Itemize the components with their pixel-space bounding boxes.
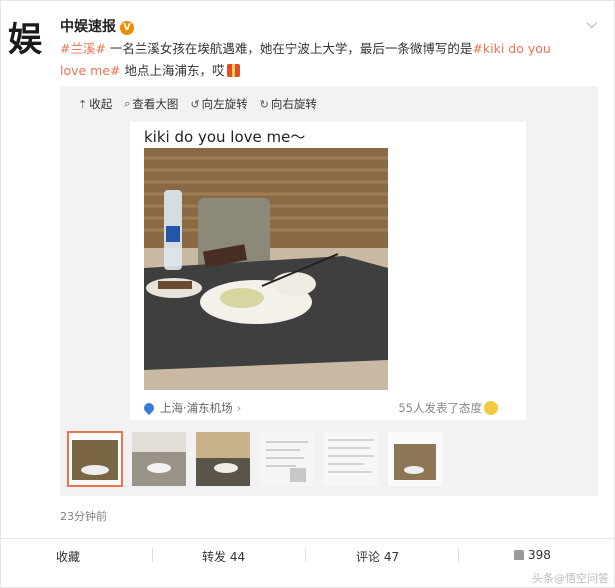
location-reactions: 55人发表了态度 (398, 400, 498, 416)
rotate-right-icon: ↻ (259, 97, 269, 111)
action-separator (152, 548, 153, 562)
author-name[interactable]: 中娱速报 V (60, 16, 134, 36)
gift-emoji-icon (226, 64, 240, 77)
rotate-right-button[interactable]: ↻ 向右旋转 (260, 94, 317, 114)
thumbnail[interactable] (260, 432, 314, 486)
image-toolbar: ⇡ 收起 ⌕ 查看大图 ↺ 向左旋转 ↻ 向右旋转 (78, 94, 317, 114)
chevron-right-icon: › (236, 401, 242, 415)
post-text: #兰溪# 一名兰溪女孩在埃航遇难，她在宁波上大学，最后一条微博写的是#kiki … (60, 38, 580, 82)
thumbnail[interactable] (388, 432, 442, 486)
watermark: 头条@悟空问答 (532, 572, 609, 585)
post-tail: 地点上海浦东，哎 (120, 63, 225, 78)
thumbnail[interactable] (324, 432, 378, 486)
location-count-text: 55人发表了态度 (398, 401, 482, 415)
zoom-icon: ⌕ (124, 97, 131, 110)
view-large-label: 查看大图 (132, 97, 179, 111)
thumbnail[interactable] (67, 431, 123, 487)
post-time[interactable]: 23分钟前 (60, 508, 107, 524)
post-body: 一名兰溪女孩在埃航遇难，她在宁波上大学，最后一条微博写的是 (105, 41, 473, 56)
divider (0, 538, 615, 539)
thumbnail-strip (67, 431, 442, 487)
emoji-icon (484, 401, 498, 415)
chevron-down-icon[interactable]: ⌵ (586, 16, 597, 32)
verified-badge-icon: V (120, 21, 134, 35)
collapse-button[interactable]: ⇡ 收起 (78, 94, 112, 114)
topic-link-lanxi[interactable]: #兰溪# (60, 41, 106, 56)
thumbnail[interactable] (196, 432, 250, 486)
avatar[interactable]: 娱 (8, 20, 48, 60)
thumbs-up-icon (514, 550, 524, 560)
rotate-left-button[interactable]: ↺ 向左旋转 (190, 94, 247, 114)
photo-caption: kiki do you love me～ (144, 128, 306, 146)
like-button[interactable]: 398 (514, 548, 551, 562)
location-name: 上海·浦东机场 (160, 401, 233, 415)
comment-button[interactable]: 评论 47 (356, 548, 399, 565)
location-pin-icon (141, 400, 157, 416)
collapse-label: 收起 (89, 97, 113, 111)
action-separator (305, 548, 306, 562)
rotate-left-icon: ↺ (190, 97, 200, 111)
action-bar: 收藏 转发 44 评论 47 398 (0, 544, 615, 568)
action-separator (458, 548, 459, 562)
view-large-button[interactable]: ⌕ 查看大图 (124, 94, 178, 114)
rotate-left-label: 向左旋转 (201, 97, 248, 111)
arrow-up-icon: ⇡ (78, 97, 88, 111)
like-count: 398 (528, 548, 551, 562)
author-name-text[interactable]: 中娱速报 (60, 19, 116, 35)
favorite-button[interactable]: 收藏 (56, 548, 80, 565)
rotate-right-label: 向右旋转 (270, 97, 317, 111)
thumbnail[interactable] (132, 432, 186, 486)
restaurant-photo (144, 148, 388, 390)
media-panel: ⇡ 收起 ⌕ 查看大图 ↺ 向左旋转 ↻ 向右旋转 kiki do you love m… (60, 86, 598, 496)
main-image[interactable]: kiki do you love me～ 上海·浦东机场 › 55人发表了态度 (130, 122, 526, 420)
location-link[interactable]: 上海·浦东机场 › 55人发表了态度 (141, 400, 516, 416)
repost-button[interactable]: 转发 44 (202, 548, 245, 565)
